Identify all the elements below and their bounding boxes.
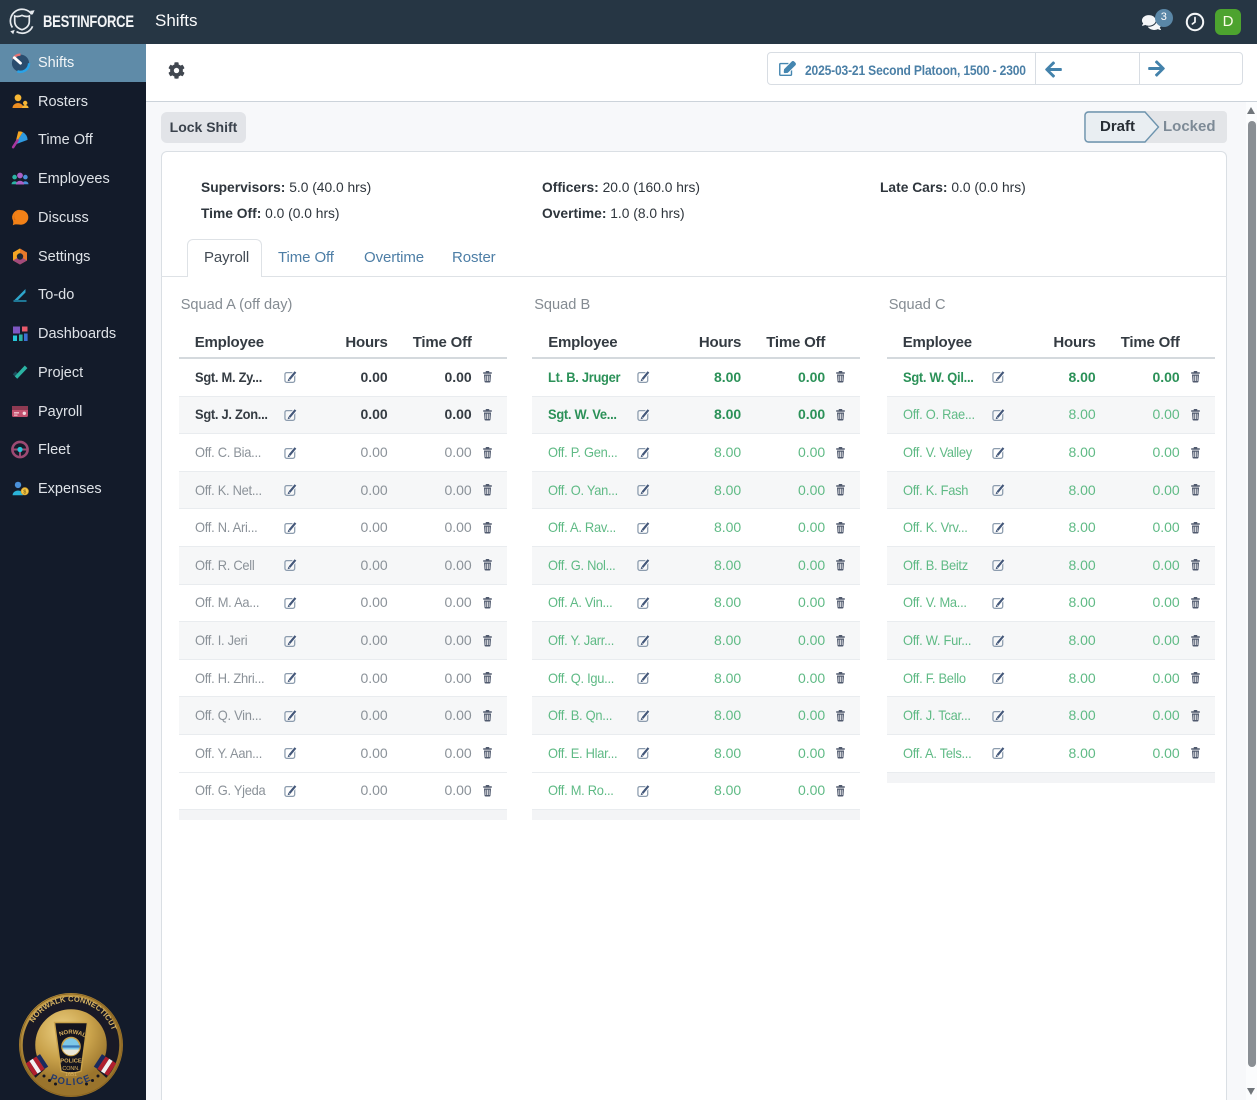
svg-text:$: $: [23, 489, 26, 495]
svg-text:POLICE: POLICE: [60, 1059, 82, 1065]
